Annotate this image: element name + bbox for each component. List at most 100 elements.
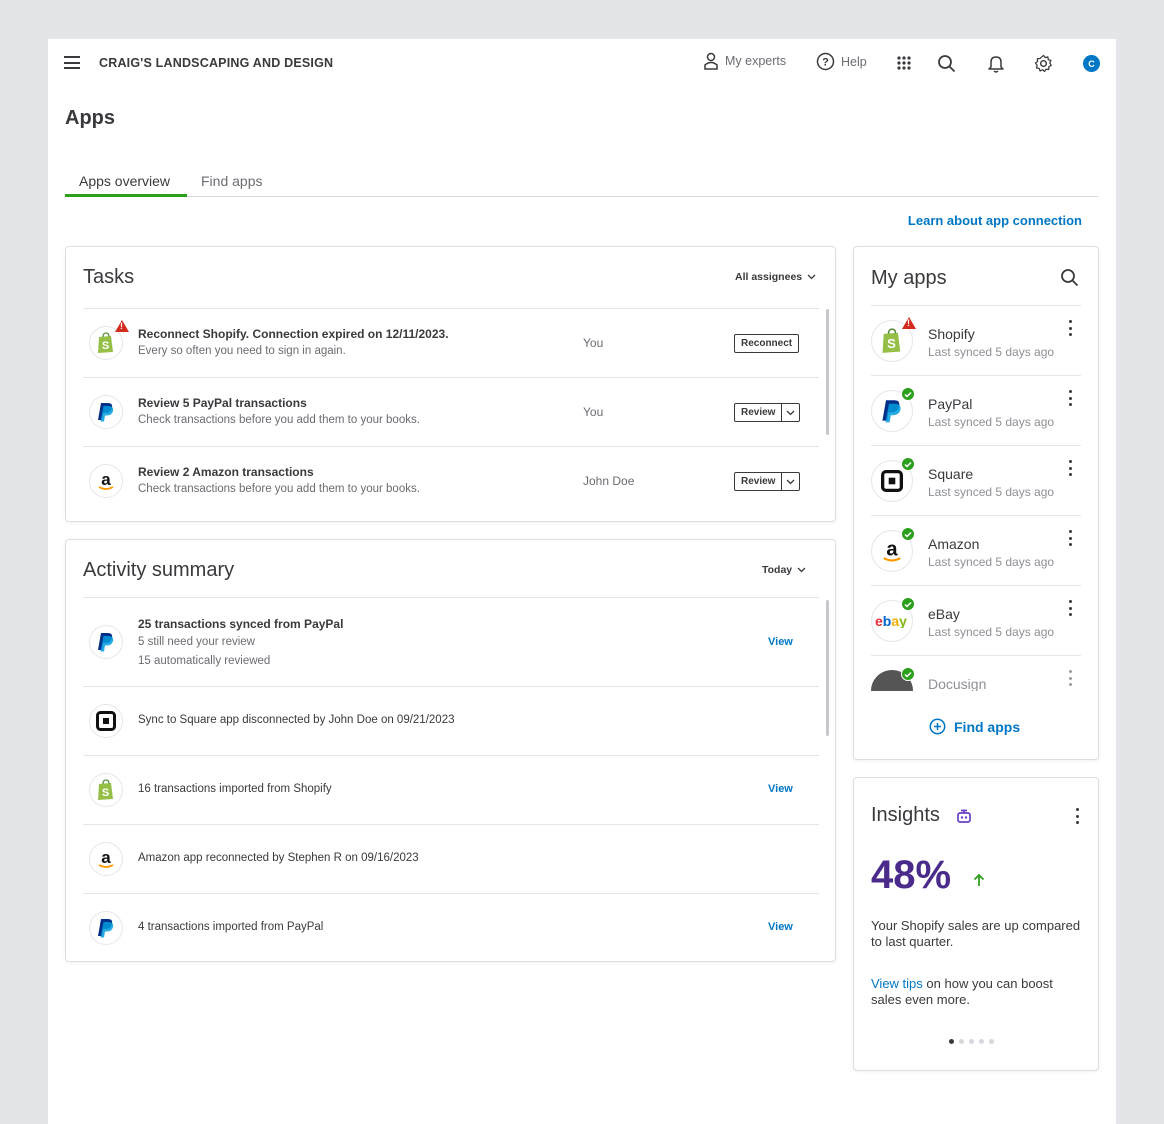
carousel-dot[interactable] <box>959 1039 964 1044</box>
carousel-dot[interactable] <box>979 1039 984 1044</box>
app-sync-status: Last synced 5 days ago <box>928 345 1055 359</box>
learn-about-app-connection-link[interactable]: Learn about app connection <box>908 213 1082 228</box>
amazon-icon: a <box>89 842 123 876</box>
svg-text:S: S <box>102 787 109 799</box>
view-link[interactable]: View <box>768 921 793 933</box>
person-icon <box>704 52 718 70</box>
active-tab-indicator <box>65 194 187 197</box>
help-button[interactable]: ? Help <box>816 52 867 71</box>
chevron-down-icon[interactable] <box>781 404 799 421</box>
activity-row: a Amazon app reconnected by Stephen R on… <box>83 824 819 893</box>
activity-text: 4 transactions imported from PayPal <box>138 921 324 933</box>
carousel-dot[interactable] <box>989 1039 994 1044</box>
activity-title: 25 transactions synced from PayPal <box>138 617 344 631</box>
app-item-square[interactable]: Square Last synced 5 days ago <box>871 445 1081 515</box>
scrollbar[interactable] <box>826 309 829 435</box>
carousel-pagination[interactable] <box>949 1039 994 1044</box>
assignee-filter-dropdown[interactable]: All assignees <box>735 271 816 283</box>
tasks-title: Tasks <box>83 266 135 288</box>
task-title: Review 2 Amazon transactions <box>138 465 314 479</box>
activity-detail: 15 automatically reviewed <box>138 655 271 667</box>
more-options-icon[interactable] <box>1065 600 1075 616</box>
company-name: CRAIG'S LANDSCAPING AND DESIGN <box>99 56 334 70</box>
review-button[interactable]: Review <box>734 403 801 422</box>
check-icon <box>901 667 915 681</box>
reconnect-button[interactable]: Reconnect <box>734 334 800 353</box>
task-assignee: You <box>583 336 604 350</box>
activity-text: 16 transactions imported from Shopify <box>138 783 332 795</box>
paypal-icon <box>89 625 123 659</box>
tab-find-apps[interactable]: Find apps <box>201 173 262 189</box>
apps-grid-icon[interactable] <box>893 52 915 74</box>
more-options-icon[interactable] <box>1065 460 1075 476</box>
gear-icon[interactable] <box>1032 52 1054 74</box>
paypal-icon <box>89 395 123 429</box>
help-label: Help <box>841 54 867 69</box>
avatar[interactable]: C <box>1083 55 1100 72</box>
find-apps-button[interactable]: Find apps <box>929 718 1020 735</box>
review-button[interactable]: Review <box>734 472 801 491</box>
activity-summary-title: Activity summary <box>83 559 235 581</box>
svg-text:a: a <box>101 848 111 867</box>
task-title: Reconnect Shopify. Connection expired on… <box>138 327 449 341</box>
more-options-icon[interactable] <box>1065 390 1075 406</box>
search-icon[interactable] <box>1060 268 1079 292</box>
search-icon[interactable] <box>935 52 957 74</box>
paypal-icon <box>89 911 123 945</box>
view-tips-link[interactable]: View tips <box>871 976 923 991</box>
app-window: CRAIG'S LANDSCAPING AND DESIGN My expert… <box>48 39 1116 1124</box>
task-assignee: John Doe <box>583 474 635 488</box>
more-options-icon[interactable] <box>1065 530 1075 546</box>
app-sync-status: Last synced 5 days ago <box>928 555 1055 569</box>
date-filter-dropdown[interactable]: Today <box>762 564 806 576</box>
app-item-shopify[interactable]: S Shopify Last synced 5 days ago <box>871 305 1081 375</box>
tab-apps-overview[interactable]: Apps overview <box>79 173 170 189</box>
bell-icon[interactable] <box>985 52 1007 74</box>
carousel-dot[interactable] <box>969 1039 974 1044</box>
activity-summary-card: Activity summary Today 25 transactions s… <box>65 539 836 962</box>
app-name: Docusign <box>928 676 987 691</box>
app-name: Square <box>928 466 974 482</box>
view-link[interactable]: View <box>768 783 793 795</box>
svg-text:a: a <box>101 470 111 489</box>
check-icon <box>901 387 915 401</box>
tasks-card: Tasks All assignees S Reconnect Shopify.… <box>65 246 836 522</box>
scrollbar[interactable] <box>826 600 829 736</box>
app-item-amazon[interactable]: a Amazon Last synced 5 days ago <box>871 515 1081 585</box>
check-icon <box>901 597 915 611</box>
activity-detail: 5 still need your review <box>138 636 255 648</box>
app-item-paypal[interactable]: PayPal Last synced 5 days ago <box>871 375 1081 445</box>
app-name: Shopify <box>928 326 975 342</box>
svg-text:?: ? <box>822 57 829 69</box>
insight-percent: 48% <box>871 853 952 897</box>
insights-title: Insights <box>871 804 940 826</box>
arrow-up-icon <box>972 873 986 892</box>
assignee-filter-label: All assignees <box>735 271 803 283</box>
my-apps-card: My apps S Shopify Last synced 5 days ago… <box>853 246 1099 760</box>
carousel-dot[interactable] <box>949 1039 954 1044</box>
my-experts-button[interactable]: My experts <box>703 52 786 70</box>
app-item-ebay[interactable]: ebay eBay Last synced 5 days ago <box>871 585 1081 655</box>
chevron-down-icon[interactable] <box>781 473 799 490</box>
task-row: S Reconnect Shopify. Connection expired … <box>83 308 819 377</box>
svg-text:a: a <box>886 539 898 561</box>
review-label: Review <box>741 407 776 418</box>
activity-row: S 16 transactions imported from Shopify … <box>83 755 819 824</box>
app-name: PayPal <box>928 396 973 412</box>
check-icon <box>901 527 915 541</box>
svg-text:S: S <box>102 340 109 352</box>
insights-card: Insights 48% Your Shopify sales are up c… <box>853 777 1099 1071</box>
app-sync-status: Last synced 5 days ago <box>928 485 1055 499</box>
app-item-docusign[interactable]: Docusign <box>871 655 1081 691</box>
activity-row: 4 transactions imported from PayPal View <box>83 893 819 961</box>
more-options-icon[interactable] <box>1072 808 1082 824</box>
task-row: Review 5 PayPal transactions Check trans… <box>83 377 819 446</box>
my-apps-title: My apps <box>871 267 947 289</box>
amazon-icon: a <box>89 464 123 498</box>
activity-row: Sync to Square app disconnected by John … <box>83 686 819 755</box>
more-options-icon[interactable] <box>1065 670 1075 686</box>
more-options-icon[interactable] <box>1065 320 1075 336</box>
view-link[interactable]: View <box>768 636 793 648</box>
menu-icon[interactable] <box>64 56 80 69</box>
task-subtitle: Check transactions before you add them t… <box>138 414 420 426</box>
